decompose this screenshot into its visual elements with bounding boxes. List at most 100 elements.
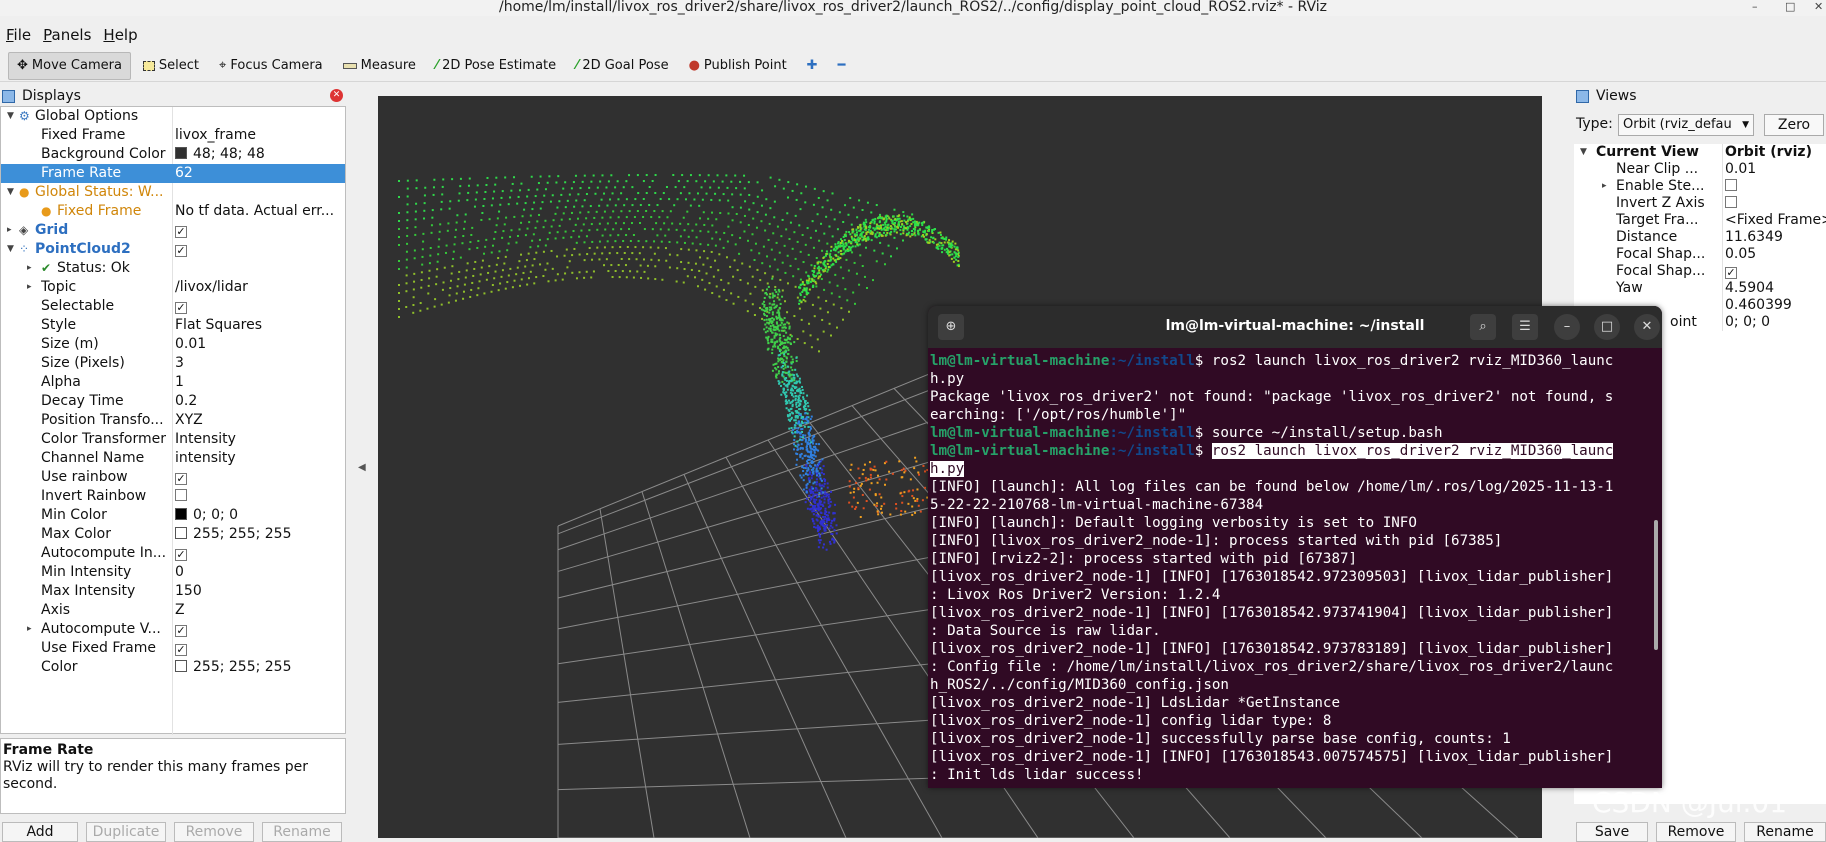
- property-value[interactable]: 0.01: [175, 335, 345, 354]
- focus-camera-button[interactable]: ⌖ Focus Camera: [211, 52, 331, 80]
- rename-view-button[interactable]: Rename: [1744, 822, 1826, 842]
- display-row[interactable]: ▸ Autocompute V... ✓: [1, 620, 345, 639]
- display-row[interactable]: Alpha 1: [1, 373, 345, 392]
- display-row[interactable]: ▼ Global Options ⚙: [1, 107, 345, 126]
- terminal-scrollbar[interactable]: [1654, 520, 1658, 650]
- display-row[interactable]: Min Color 0; 0; 0: [1, 506, 345, 525]
- expand-arrow-icon[interactable]: ▸: [27, 259, 32, 278]
- view-property-row[interactable]: Focal Shap... ✓: [1574, 263, 1826, 280]
- property-value[interactable]: 3: [175, 354, 345, 373]
- property-value[interactable]: ✓: [175, 468, 345, 487]
- checkbox[interactable]: ✓: [175, 549, 187, 561]
- display-row[interactable]: ▸ Grid ◈ ✓: [1, 221, 345, 240]
- measure-button[interactable]: Measure: [335, 52, 424, 80]
- display-row[interactable]: Use rainbow ✓: [1, 468, 345, 487]
- expand-arrow-icon[interactable]: ▸: [27, 620, 32, 639]
- property-value[interactable]: ✓: [175, 221, 345, 240]
- display-row[interactable]: Min Intensity 0: [1, 563, 345, 582]
- view-property-value[interactable]: [1722, 178, 1826, 195]
- view-property-value[interactable]: 0.460399: [1722, 297, 1826, 314]
- property-value[interactable]: 255; 255; 255: [175, 658, 345, 677]
- display-row[interactable]: Fixed Frame ● No tf data. Actual err...: [1, 202, 345, 221]
- view-property-row[interactable]: ▸ Enable Ste...: [1574, 178, 1826, 195]
- view-property-value[interactable]: 4.5904: [1722, 280, 1826, 297]
- view-property-row[interactable]: Yaw 4.5904: [1574, 280, 1826, 297]
- remove-view-button[interactable]: Remove: [1656, 822, 1736, 842]
- property-value[interactable]: 1: [175, 373, 345, 392]
- close-panel-icon[interactable]: ✕: [330, 89, 343, 102]
- display-row[interactable]: Frame Rate 62: [1, 164, 345, 183]
- publish-point-button[interactable]: ● Publish Point: [681, 52, 795, 80]
- display-row[interactable]: Color 255; 255; 255: [1, 658, 345, 677]
- property-value[interactable]: 255; 255; 255: [175, 525, 345, 544]
- checkbox[interactable]: ✓: [175, 473, 187, 485]
- property-value[interactable]: /livox/lidar: [175, 278, 345, 297]
- property-value[interactable]: 0; 0; 0: [175, 506, 345, 525]
- display-row[interactable]: Autocompute In... ✓: [1, 544, 345, 563]
- display-row[interactable]: Background Color 48; 48; 48: [1, 145, 345, 164]
- display-row[interactable]: Channel Name intensity: [1, 449, 345, 468]
- view-property-value[interactable]: 0; 0; 0: [1722, 314, 1826, 331]
- remove-tool-button[interactable]: ━: [830, 52, 854, 80]
- checkbox[interactable]: [175, 489, 187, 501]
- view-property-row[interactable]: Near Clip ... 0.01: [1574, 161, 1826, 178]
- property-value[interactable]: ✓: [175, 240, 345, 259]
- display-row[interactable]: Style Flat Squares: [1, 316, 345, 335]
- view-property-row[interactable]: Focal Shap... 0.05: [1574, 246, 1826, 263]
- view-property-value[interactable]: Orbit (rviz): [1722, 144, 1826, 161]
- property-value[interactable]: No tf data. Actual err...: [175, 202, 345, 221]
- view-property-value[interactable]: 11.6349: [1722, 229, 1826, 246]
- save-view-button[interactable]: Save: [1576, 822, 1648, 842]
- checkbox[interactable]: ✓: [175, 644, 187, 656]
- view-property-row[interactable]: Distance 11.6349: [1574, 229, 1826, 246]
- view-property-row[interactable]: Target Fra... <Fixed Frame>: [1574, 212, 1826, 229]
- close-icon[interactable]: ✕: [1634, 314, 1660, 340]
- view-property-value[interactable]: [1722, 195, 1826, 212]
- close-icon[interactable]: ✕: [1814, 0, 1823, 13]
- rename-button[interactable]: Rename: [262, 822, 342, 842]
- maximize-icon[interactable]: □: [1785, 0, 1795, 13]
- display-row[interactable]: Max Color 255; 255; 255: [1, 525, 345, 544]
- menu-panels[interactable]: Panels: [37, 24, 97, 46]
- view-property-value[interactable]: ✓: [1722, 263, 1826, 280]
- property-value[interactable]: 62: [175, 164, 345, 183]
- expand-arrow-icon[interactable]: ▼: [7, 183, 14, 202]
- expand-arrow-icon[interactable]: ▸: [7, 221, 12, 240]
- display-row[interactable]: ▸ Topic/livox/lidar: [1, 278, 345, 297]
- property-value[interactable]: ✓: [175, 544, 345, 563]
- terminal-window[interactable]: ⊕ lm@lm-virtual-machine: ~/install ⌕ ☰ –…: [928, 306, 1662, 788]
- expand-arrow-icon[interactable]: ▼: [7, 240, 14, 259]
- display-row[interactable]: ▼ Global Status: W... ●: [1, 183, 345, 202]
- display-row[interactable]: Selectable ✓: [1, 297, 345, 316]
- property-value[interactable]: Flat Squares: [175, 316, 345, 335]
- zero-button[interactable]: Zero: [1764, 114, 1824, 136]
- view-property-value[interactable]: <Fixed Frame>: [1722, 212, 1826, 229]
- hamburger-menu-icon[interactable]: ☰: [1512, 314, 1538, 340]
- checkbox[interactable]: [1725, 179, 1737, 191]
- property-value[interactable]: 0: [175, 563, 345, 582]
- display-row[interactable]: Invert Rainbow: [1, 487, 345, 506]
- display-row[interactable]: ▼ PointCloud2 ⁘ ✓: [1, 240, 345, 259]
- property-value[interactable]: 150: [175, 582, 345, 601]
- expand-arrow-icon[interactable]: ▼: [1580, 144, 1587, 161]
- property-value[interactable]: ✓: [175, 639, 345, 658]
- display-row[interactable]: Axis Z: [1, 601, 345, 620]
- menu-help[interactable]: Help: [97, 24, 143, 46]
- property-value[interactable]: ✓: [175, 620, 345, 639]
- search-icon[interactable]: ⌕: [1470, 314, 1496, 340]
- expand-arrow-icon[interactable]: ▼: [7, 107, 14, 126]
- property-value[interactable]: ✓: [175, 297, 345, 316]
- property-value[interactable]: Z: [175, 601, 345, 620]
- collapse-left-icon[interactable]: ◀: [358, 462, 366, 473]
- maximize-icon[interactable]: □: [1594, 314, 1620, 340]
- minimize-icon[interactable]: –: [1554, 314, 1580, 340]
- menu-file[interactable]: File: [0, 24, 37, 46]
- expand-arrow-icon[interactable]: ▸: [1602, 178, 1607, 195]
- checkbox[interactable]: ✓: [175, 302, 187, 314]
- expand-arrow-icon[interactable]: ▸: [27, 278, 32, 297]
- minimize-icon[interactable]: –: [1752, 0, 1758, 13]
- move-camera-button[interactable]: ✥ Move Camera: [8, 51, 131, 80]
- property-value[interactable]: [175, 487, 345, 506]
- display-row[interactable]: ▸ Status: Ok ✔: [1, 259, 345, 278]
- view-property-value[interactable]: 0.05: [1722, 246, 1826, 263]
